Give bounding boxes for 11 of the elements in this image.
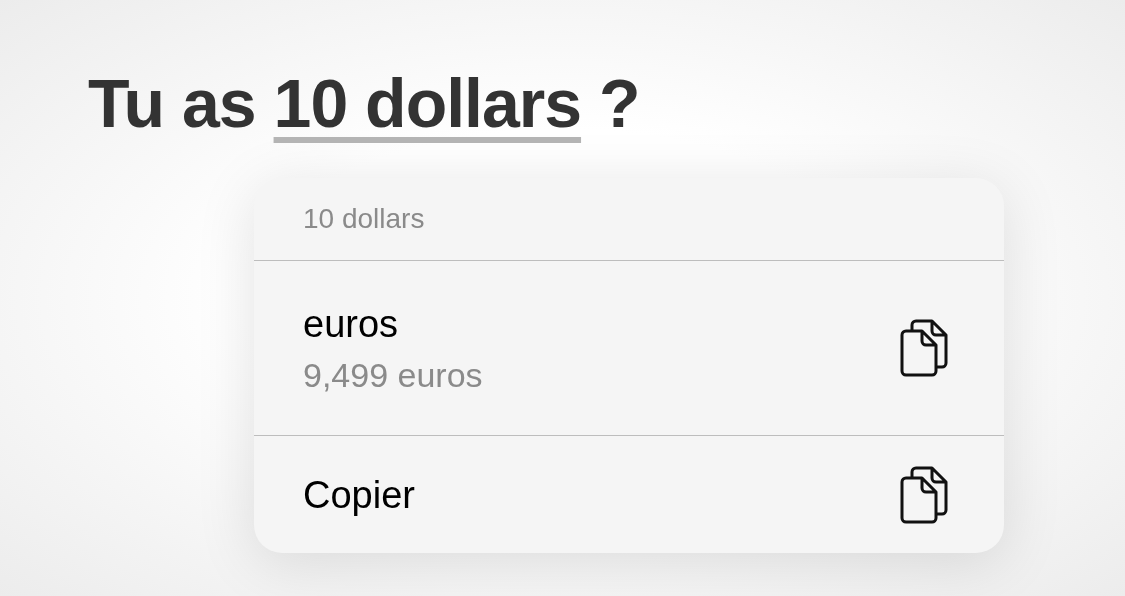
item-title: euros xyxy=(303,302,400,347)
heading-text: Tu as xyxy=(88,64,256,143)
menu-item[interactable]: Copier xyxy=(254,435,1004,553)
menu-header: 10 dollars xyxy=(303,202,425,236)
item-title: Copier xyxy=(303,472,415,518)
copy-icon xyxy=(900,465,948,524)
copy-icon xyxy=(900,319,948,377)
highlighted-phrase[interactable]: 10 dollars xyxy=(273,52,582,154)
item-subtitle: 9,499 euros xyxy=(303,355,483,396)
menu-item[interactable]: euros 9,499 euros xyxy=(254,260,1004,435)
heading-text: ? xyxy=(599,64,640,143)
